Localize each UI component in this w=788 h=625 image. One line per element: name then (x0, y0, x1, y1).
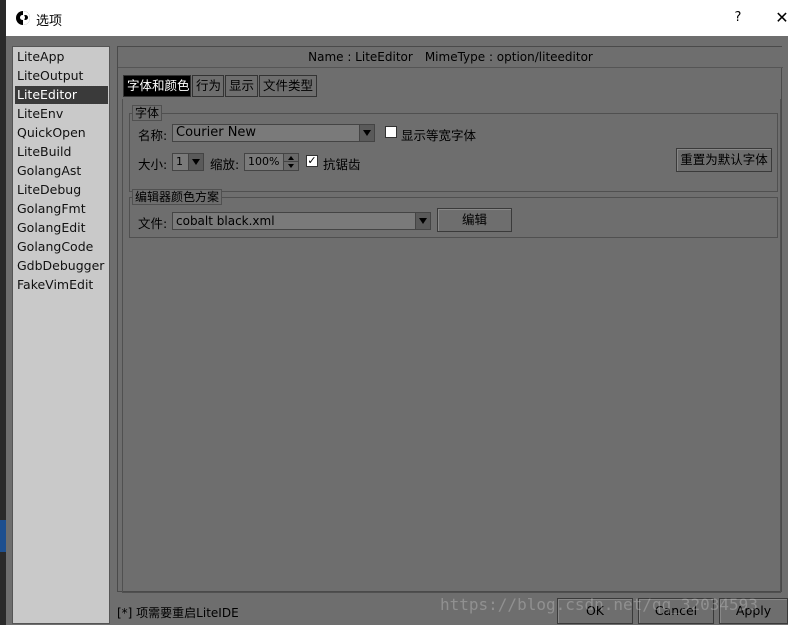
sidebar-item-fakevimedit[interactable]: FakeVimEdit (15, 276, 108, 294)
font-name-combobox[interactable]: Courier New (172, 124, 375, 142)
sidebar-item-golangcode[interactable]: GolangCode (15, 238, 108, 256)
sidebar-item-golangedit[interactable]: GolangEdit (15, 219, 108, 237)
sidebar-item-golangast[interactable]: GolangAst (15, 162, 108, 180)
font-size-combobox[interactable]: 1 (172, 153, 204, 171)
spin-down-icon[interactable] (283, 162, 298, 170)
sidebar-item-golangfmt[interactable]: GolangFmt (15, 200, 108, 218)
font-size-label: 大小: (138, 157, 168, 172)
apply-button[interactable]: Apply (719, 598, 788, 624)
font-size-value: 1 (176, 155, 183, 168)
scheme-file-combobox[interactable]: cobalt black.xml (172, 212, 431, 230)
options-panel: Name : LiteEditor MimeType : option/litee… (117, 46, 783, 593)
monospace-label: 显示等宽字体 (401, 128, 477, 143)
sidebar-item-liteoutput[interactable]: LiteOutput (15, 67, 108, 85)
tab-font-and-color[interactable]: 字体和颜色 (123, 75, 191, 97)
monospace-checkbox[interactable] (385, 126, 397, 138)
yin-yang-app-icon (16, 11, 30, 25)
title-bar: 选项 ? ✕ (6, 0, 788, 36)
chevron-down-icon (415, 213, 430, 229)
antialias-checkbox[interactable]: ✓ (306, 155, 318, 167)
font-name-value: Courier New (176, 125, 257, 140)
sidebar-item-quickopen[interactable]: QuickOpen (15, 124, 108, 142)
options-category-list: LiteApp LiteOutput LiteEditor LiteEnv Qu… (12, 46, 110, 624)
tab-display[interactable]: 显示 (225, 75, 258, 97)
edit-scheme-button[interactable]: 编辑 (437, 208, 512, 232)
sidebar-item-liteenv[interactable]: LiteEnv (15, 105, 108, 123)
close-button[interactable]: ✕ (772, 8, 788, 28)
help-button[interactable]: ? (728, 8, 748, 28)
plugin-mimetype: MimeType : option/liteeditor (424, 50, 593, 64)
restart-note: [*] 项需要重启LiteIDE (117, 606, 239, 620)
color-scheme-group-title: 编辑器颜色方案 (132, 189, 223, 205)
plugin-info-header: Name : LiteEditor MimeType : option/litee… (118, 47, 783, 68)
window-title: 选项 (36, 14, 63, 29)
sidebar-item-liteeditor[interactable]: LiteEditor (14, 85, 109, 105)
tab-panel-font-and-color: 字体 名称: Courier New 显示等宽字体 大小: 1 缩放: 100%… (122, 99, 781, 593)
font-name-label: 名称: (138, 128, 168, 143)
chevron-down-icon (359, 125, 374, 141)
font-group-title: 字体 (132, 105, 163, 121)
sidebar-item-liteapp[interactable]: LiteApp (15, 48, 108, 66)
color-scheme-group: 编辑器颜色方案 文件: cobalt black.xml 编辑 (129, 189, 778, 238)
zoom-value: 100% (248, 155, 280, 168)
spin-up-icon[interactable] (283, 154, 298, 162)
plugin-name: Name : LiteEditor (308, 50, 413, 64)
antialias-label: 抗锯齿 (323, 157, 361, 172)
sidebar-item-litebuild[interactable]: LiteBuild (15, 143, 108, 161)
zoom-label: 缩放: (210, 157, 240, 172)
ok-button[interactable]: OK (557, 598, 633, 624)
scheme-file-label: 文件: (138, 216, 168, 231)
cancel-button[interactable]: Cancel (638, 598, 714, 624)
sidebar-item-gdbdebugger[interactable]: GdbDebugger (15, 257, 108, 275)
zoom-spinbox[interactable]: 100% (244, 153, 299, 171)
sidebar-item-litedebug[interactable]: LiteDebug (15, 181, 108, 199)
tab-behavior[interactable]: 行为 (192, 75, 224, 97)
reset-default-font-button[interactable]: 重置为默认字体 (676, 148, 772, 172)
font-group: 字体 名称: Courier New 显示等宽字体 大小: 1 缩放: 100%… (129, 105, 778, 192)
tab-file-types[interactable]: 文件类型 (259, 75, 317, 97)
scheme-file-value: cobalt black.xml (176, 214, 275, 228)
chevron-down-icon (188, 154, 203, 170)
